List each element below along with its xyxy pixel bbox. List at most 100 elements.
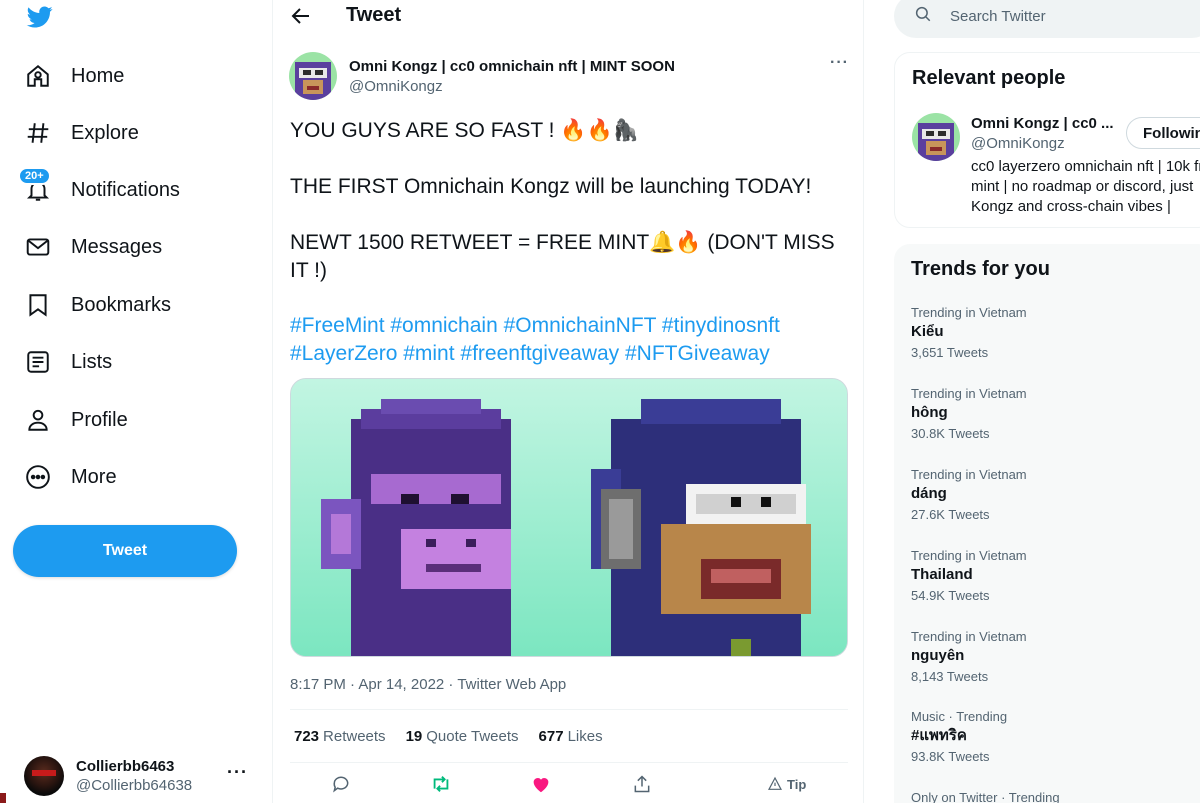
tip-button[interactable]: Tip bbox=[767, 772, 827, 796]
list-icon bbox=[24, 348, 52, 376]
trend-item[interactable]: Trending in Vietnam dáng 27.6K Tweets bbox=[911, 467, 1200, 525]
nav-lists-label: Lists bbox=[71, 350, 113, 373]
divider bbox=[290, 762, 848, 763]
trend-name: hông bbox=[911, 404, 948, 421]
bookmark-icon bbox=[24, 291, 52, 319]
trend-context: Trending in Vietnam bbox=[911, 467, 1027, 482]
pixel-gorillas-illustration bbox=[291, 379, 847, 656]
trend-item[interactable]: Trending in Vietnam nguyên 8,143 Tweets bbox=[911, 629, 1200, 687]
trend-context: Trending in Vietnam bbox=[911, 305, 1027, 320]
relevant-people-title: Relevant people bbox=[912, 67, 1066, 89]
likes-stat[interactable]: 677 Likes bbox=[539, 728, 603, 745]
compose-tweet-button[interactable]: Tweet bbox=[13, 525, 237, 577]
following-button[interactable]: Following bbox=[1126, 117, 1200, 149]
twitter-logo-icon[interactable] bbox=[26, 4, 54, 30]
tweet-text-line: YOU GUYS ARE SO FAST ! 🔥🔥🦍 bbox=[290, 119, 639, 142]
nav-notifications[interactable]: 20+ Notifications bbox=[18, 167, 180, 210]
tweet-text-line: NEWT 1500 RETWEET = FREE MINT🔔🔥 (DON'T M… bbox=[290, 231, 835, 282]
page-title: Tweet bbox=[346, 4, 402, 26]
trend-name: nguyên bbox=[911, 647, 965, 664]
trend-context: Trending in Vietnam bbox=[911, 548, 1027, 563]
likes-label: Likes bbox=[567, 728, 603, 745]
trend-count: 8,143 Tweets bbox=[911, 669, 989, 684]
trend-context: Trending in Vietnam bbox=[911, 386, 1027, 401]
trends-title: Trends for you bbox=[911, 258, 1050, 280]
trend-item[interactable]: Trending in Vietnam hông 30.8K Tweets bbox=[911, 386, 1200, 444]
nav-more[interactable]: More bbox=[24, 457, 117, 497]
trend-item[interactable]: Music · Trending #แพทริค 93.8K Tweets bbox=[911, 709, 1200, 767]
account-info: Collierbb6463 @Collierbb64638 bbox=[76, 757, 192, 795]
author-handle[interactable]: @OmniKongz bbox=[349, 78, 443, 95]
nav-explore[interactable]: Explore bbox=[24, 113, 139, 153]
search-input[interactable]: Search Twitter bbox=[894, 0, 1200, 38]
hashtag-icon bbox=[24, 119, 52, 147]
tweet-media-image[interactable] bbox=[290, 378, 848, 657]
left-sidebar: Home Explore 20+ Notifications Messages … bbox=[0, 0, 272, 803]
retweets-stat[interactable]: 723 Retweets bbox=[294, 728, 386, 745]
likes-count: 677 bbox=[538, 728, 564, 745]
author-avatar[interactable] bbox=[289, 52, 337, 100]
tip-icon bbox=[768, 776, 782, 790]
quote-tweets-stat[interactable]: 19 Quote Tweets bbox=[406, 728, 519, 745]
relevant-person-handle[interactable]: @OmniKongz bbox=[971, 135, 1065, 152]
quote-tweets-count: 19 bbox=[405, 728, 423, 745]
trend-item[interactable]: Trending in Vietnam Thailand 54.9K Tweet… bbox=[911, 548, 1200, 606]
tweet-more-icon[interactable]: ··· bbox=[830, 54, 849, 72]
retweets-label: Retweets bbox=[323, 728, 386, 745]
trend-item[interactable]: Only on Twitter · Trending bbox=[911, 790, 1200, 803]
nav-more-label: More bbox=[71, 465, 117, 488]
tweet-hashtags[interactable]: #FreeMint #omnichain #OmnichainNFT #tiny… bbox=[290, 312, 850, 340]
nav-bookmarks-label: Bookmarks bbox=[71, 293, 172, 316]
tip-label: Tip bbox=[787, 776, 807, 792]
trend-context: Only on Twitter · Trending bbox=[911, 790, 1060, 803]
divider bbox=[290, 709, 848, 710]
relevant-person-avatar[interactable] bbox=[912, 113, 960, 161]
search-placeholder: Search Twitter bbox=[950, 7, 1046, 25]
search-icon bbox=[914, 5, 932, 28]
home-icon bbox=[24, 62, 52, 90]
trend-count: 27.6K Tweets bbox=[911, 507, 990, 522]
nav-profile[interactable]: Profile bbox=[24, 400, 128, 440]
tweet-hashtags[interactable]: #LayerZero #mint #freenftgiveaway #NFTGi… bbox=[290, 340, 850, 368]
account-switcher[interactable]: Collierbb6463 @Collierbb64638 ··· bbox=[24, 754, 260, 798]
trend-name: dáng bbox=[911, 485, 947, 502]
taskbar-fragment bbox=[0, 793, 6, 803]
nav-lists[interactable]: Lists bbox=[24, 342, 112, 382]
nav-messages-label: Messages bbox=[71, 235, 163, 258]
nav-bookmarks[interactable]: Bookmarks bbox=[24, 285, 171, 325]
trend-name: #แพทริค bbox=[911, 727, 967, 744]
nav-home[interactable]: Home bbox=[24, 56, 124, 96]
retweet-icon[interactable] bbox=[429, 772, 453, 796]
tweet-text-line: THE FIRST Omnichain Kongz will be launch… bbox=[290, 175, 812, 198]
tweet-timestamp[interactable]: 8:17 PM · Apr 14, 2022 · Twitter Web App bbox=[290, 676, 566, 693]
share-icon[interactable] bbox=[630, 772, 654, 796]
trend-name: Thailand bbox=[911, 566, 973, 583]
trend-name: Kiểu bbox=[911, 323, 944, 340]
like-icon[interactable] bbox=[529, 772, 553, 796]
quote-tweets-label: Quote Tweets bbox=[426, 728, 519, 745]
account-name: Collierbb6463 bbox=[76, 758, 175, 775]
nav-profile-label: Profile bbox=[71, 408, 128, 431]
back-arrow-icon[interactable] bbox=[289, 4, 313, 28]
relevant-people-panel: Relevant people Omni Kongz | cc0 ... @Om… bbox=[894, 52, 1200, 228]
nav-explore-label: Explore bbox=[71, 121, 139, 144]
avatar bbox=[24, 756, 64, 796]
relevant-person-bio: cc0 layerzero omnichain nft | 10k free m… bbox=[971, 158, 1200, 215]
trend-item[interactable]: Trending in Vietnam Kiểu 3,651 Tweets bbox=[911, 305, 1200, 363]
account-more-icon[interactable]: ··· bbox=[227, 762, 248, 783]
nav-notifications-label: Notifications bbox=[71, 178, 180, 201]
notifications-badge: 20+ bbox=[18, 167, 51, 185]
trend-context: Music · Trending bbox=[911, 709, 1008, 724]
trend-count: 30.8K Tweets bbox=[911, 426, 990, 441]
retweets-count: 723 bbox=[294, 728, 320, 745]
bell-icon: 20+ bbox=[18, 167, 52, 204]
nav-messages[interactable]: Messages bbox=[24, 227, 162, 267]
relevant-person-name[interactable]: Omni Kongz | cc0 ... bbox=[971, 115, 1114, 132]
author-name[interactable]: Omni Kongz | cc0 omnichain nft | MINT SO… bbox=[349, 58, 675, 75]
trends-panel: Trends for you Trending in Vietnam Kiểu … bbox=[894, 244, 1200, 803]
trend-count: 54.9K Tweets bbox=[911, 588, 990, 603]
right-sidebar: Search Twitter Relevant people Omni Kong… bbox=[864, 0, 1200, 803]
reply-icon[interactable] bbox=[329, 772, 353, 796]
trend-count: 3,651 Tweets bbox=[911, 345, 989, 360]
trend-context: Trending in Vietnam bbox=[911, 629, 1027, 644]
